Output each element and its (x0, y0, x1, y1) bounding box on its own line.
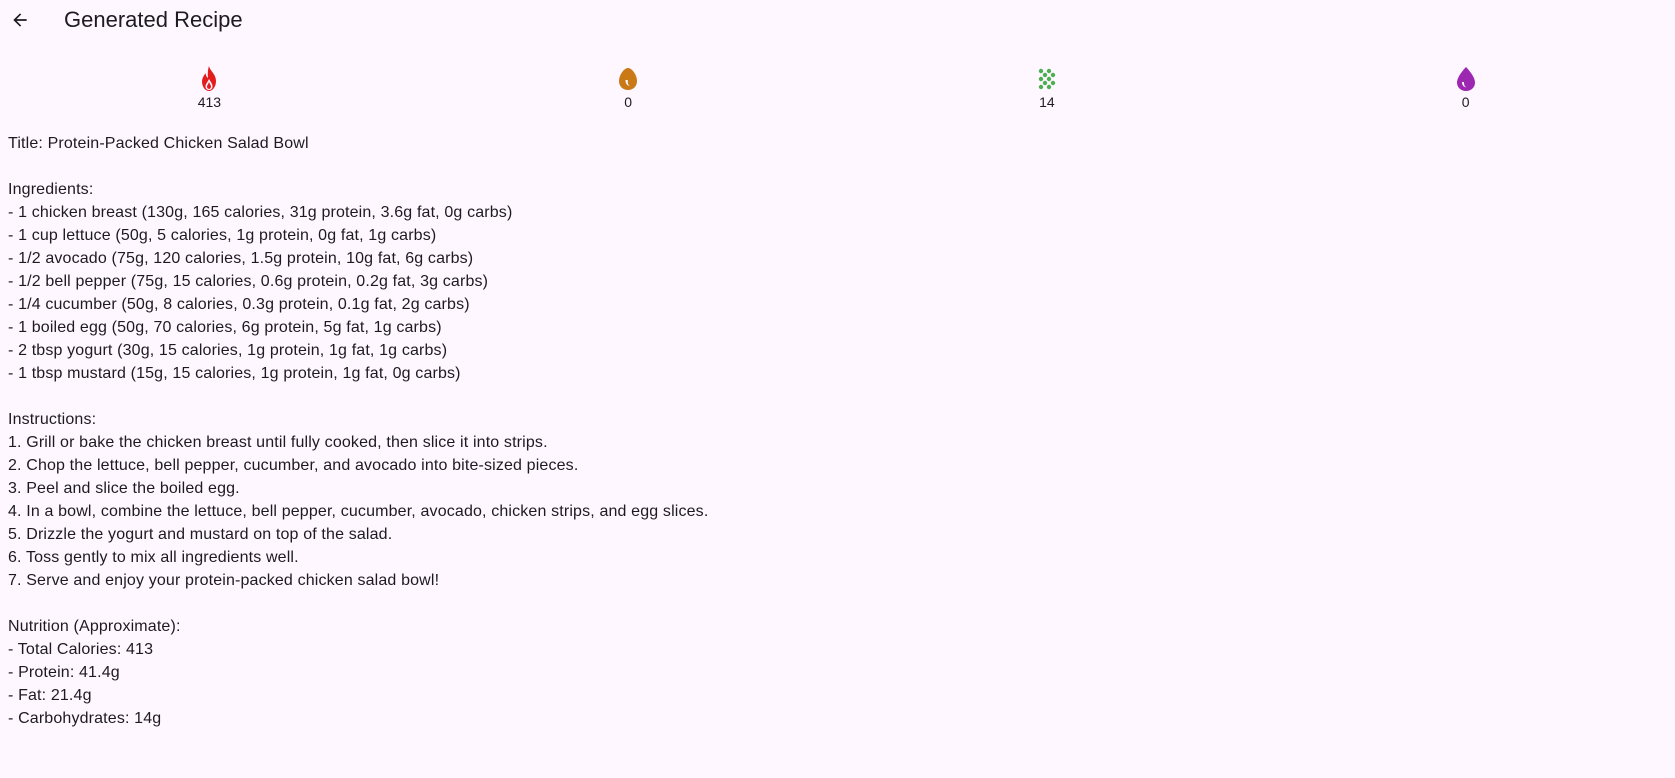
ingredient-item: - 1 tbsp mustard (15g, 15 calories, 1g p… (8, 365, 461, 382)
calories-value: 413 (197, 94, 222, 110)
instruction-step: 7. Serve and enjoy your protein-packed c… (8, 572, 440, 589)
nutrition-heading: Nutrition (Approximate): (8, 618, 181, 635)
instruction-step: 5. Drizzle the yogurt and mustard on top… (8, 526, 393, 543)
ingredient-item: - 1 cup lettuce (50g, 5 calories, 1g pro… (8, 227, 437, 244)
recipe-text: Title: Protein-Packed Chicken Salad Bowl… (8, 132, 1648, 730)
arrow-back-icon (13, 13, 27, 27)
back-button[interactable] (8, 6, 32, 34)
page-title: Generated Recipe (64, 7, 243, 32)
grain-icon (1034, 64, 1060, 94)
macro-protein: 0 (419, 64, 838, 116)
egg-icon (615, 64, 641, 94)
instruction-step: 4. In a bowl, combine the lettuce, bell … (8, 503, 709, 520)
ingredient-item: - 1/4 cucumber (50g, 8 calories, 0.3g pr… (8, 296, 470, 313)
ingredients-heading: Ingredients: (8, 181, 94, 198)
nutrition-item: - Total Calories: 413 (8, 641, 154, 658)
fat-value: 0 (1461, 94, 1470, 110)
protein-value: 0 (624, 94, 633, 110)
ingredient-item: - 1 chicken breast (130g, 165 calories, … (8, 204, 513, 221)
carbs-value: 14 (1039, 94, 1055, 110)
ingredient-item: - 1/2 bell pepper (75g, 15 calories, 0.6… (8, 273, 489, 290)
ingredient-item: - 2 tbsp yogurt (30g, 15 calories, 1g pr… (8, 342, 448, 359)
instruction-step: 3. Peel and slice the boiled egg. (8, 480, 240, 497)
ingredient-item: - 1 boiled egg (50g, 70 calories, 6g pro… (8, 319, 442, 336)
instruction-step: 2. Chop the lettuce, bell pepper, cucumb… (8, 457, 579, 474)
instruction-step: 6. Toss gently to mix all ingredients we… (8, 549, 299, 566)
app-bar: Generated Recipe (0, 0, 1675, 40)
fire-icon (196, 64, 222, 94)
nutrition-item: - Fat: 21.4g (8, 687, 92, 704)
water-drop-icon (1453, 64, 1479, 94)
nutrition-item: - Carbohydrates: 14g (8, 710, 162, 727)
macro-summary: 413 0 14 0 (0, 64, 1675, 116)
ingredient-item: - 1/2 avocado (75g, 120 calories, 1.5g p… (8, 250, 474, 267)
macro-carbs: 14 (838, 64, 1257, 116)
recipe-title: Title: Protein-Packed Chicken Salad Bowl (8, 135, 309, 152)
instructions-heading: Instructions: (8, 411, 97, 428)
macro-calories: 413 (0, 64, 419, 116)
instruction-step: 1. Grill or bake the chicken breast unti… (8, 434, 548, 451)
nutrition-item: - Protein: 41.4g (8, 664, 120, 681)
macro-fat: 0 (1256, 64, 1675, 116)
